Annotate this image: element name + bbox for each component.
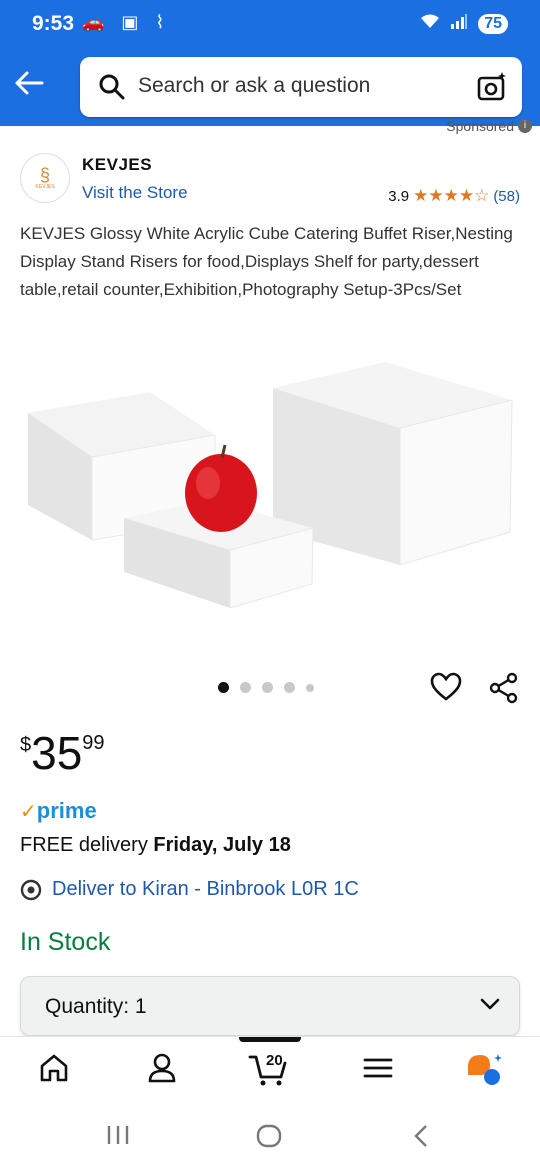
delivery-prefix: FREE delivery xyxy=(20,834,154,856)
back-arrow-icon xyxy=(15,71,44,95)
signal-icon xyxy=(450,13,468,34)
rating-value: 3.9 xyxy=(388,187,410,205)
rating-summary[interactable]: 3.9 ★★★★☆ (58) xyxy=(388,186,520,206)
cart-count: 20 xyxy=(266,1052,283,1069)
home-icon xyxy=(40,1054,68,1082)
status-right: 75 xyxy=(420,13,508,34)
quantity-select[interactable]: Quantity: 1 xyxy=(20,976,520,1036)
carousel-dot[interactable] xyxy=(284,682,295,693)
star-rating-icon: ★★★★☆ xyxy=(413,186,490,205)
product-title: KEVJES Glossy White Acrylic Cube Caterin… xyxy=(20,224,513,299)
info-icon: i xyxy=(518,119,532,133)
rufus-tab[interactable] xyxy=(466,1053,506,1092)
status-time: 9:53 xyxy=(32,12,75,35)
prime-check-icon: ✓ xyxy=(20,801,37,823)
carousel-dot[interactable] xyxy=(262,682,273,693)
quantity-label: Quantity: 1 xyxy=(45,995,147,1018)
price-whole: 35 xyxy=(31,727,83,779)
deliver-to-text: Deliver to Kiran - Binbrook L0R 1C xyxy=(52,878,359,900)
active-tab-indicator xyxy=(239,1037,301,1042)
product-image[interactable] xyxy=(20,350,520,640)
system-navigation-bar xyxy=(0,1100,540,1170)
search-icon xyxy=(98,73,126,106)
heart-icon xyxy=(430,672,462,701)
app-header: Search or ask a question xyxy=(0,48,540,126)
back-button[interactable] xyxy=(14,70,50,100)
rating-count: (58) xyxy=(493,187,520,205)
camera-search-icon[interactable] xyxy=(476,71,508,108)
share-button[interactable] xyxy=(488,672,520,709)
wishlist-button[interactable] xyxy=(430,672,462,707)
brand-logo-mark: § xyxy=(39,165,50,185)
account-tab[interactable] xyxy=(146,1053,178,1088)
rufus-assistant-icon xyxy=(468,1054,502,1085)
acrylic-cubes-illustration xyxy=(28,362,513,609)
sponsored-text: Sponsored xyxy=(446,118,514,134)
home-system-button[interactable] xyxy=(256,1124,282,1153)
image-carousel-dots[interactable] xyxy=(218,682,314,693)
search-bar[interactable]: Search or ask a question xyxy=(80,57,522,117)
visit-store-link[interactable]: Visit the Store xyxy=(82,183,188,203)
menu-icon xyxy=(363,1058,393,1078)
prime-label: prime xyxy=(36,798,97,823)
location-pin-icon xyxy=(20,879,42,900)
notification-icons: 🚗 ▣ ⌇ xyxy=(82,12,171,32)
wifi-icon xyxy=(420,13,440,34)
carousel-dot[interactable] xyxy=(240,682,251,693)
prime-badge: ✓prime xyxy=(20,798,97,824)
sponsored-label[interactable]: Sponsored i xyxy=(446,118,532,134)
delivery-date: Friday, July 18 xyxy=(153,834,291,856)
menu-tab[interactable] xyxy=(362,1053,394,1088)
brand-logo-text: KEVJES xyxy=(35,184,55,190)
back-system-button[interactable] xyxy=(410,1124,432,1153)
search-placeholder: Search or ask a question xyxy=(138,74,371,97)
price-fraction: 99 xyxy=(82,732,105,754)
carousel-dot[interactable] xyxy=(306,683,314,692)
stock-status: In Stock xyxy=(20,928,111,956)
recents-button[interactable] xyxy=(106,1124,130,1151)
back-chevron-icon xyxy=(414,1125,427,1147)
delivery-info: FREE delivery Friday, July 18 xyxy=(20,834,291,857)
chevron-down-icon xyxy=(479,997,501,1016)
price-currency: $ xyxy=(20,734,32,756)
battery-indicator: 75 xyxy=(478,13,508,34)
brand-name: KEVJES xyxy=(82,155,153,174)
brand-logo[interactable]: § KEVJES xyxy=(20,153,70,203)
carousel-dot[interactable] xyxy=(218,682,229,693)
bottom-navigation: 20 xyxy=(0,1036,540,1100)
deliver-to-link[interactable]: Deliver to Kiran - Binbrook L0R 1C xyxy=(20,878,359,901)
product-price: $ 35 99 xyxy=(20,730,105,776)
recents-icon xyxy=(107,1126,129,1144)
share-icon xyxy=(489,672,518,704)
home-circle-icon xyxy=(256,1124,282,1148)
status-bar: 9:53 🚗 ▣ ⌇ 75 xyxy=(0,0,540,48)
person-icon xyxy=(148,1053,176,1083)
home-tab[interactable] xyxy=(38,1053,70,1088)
